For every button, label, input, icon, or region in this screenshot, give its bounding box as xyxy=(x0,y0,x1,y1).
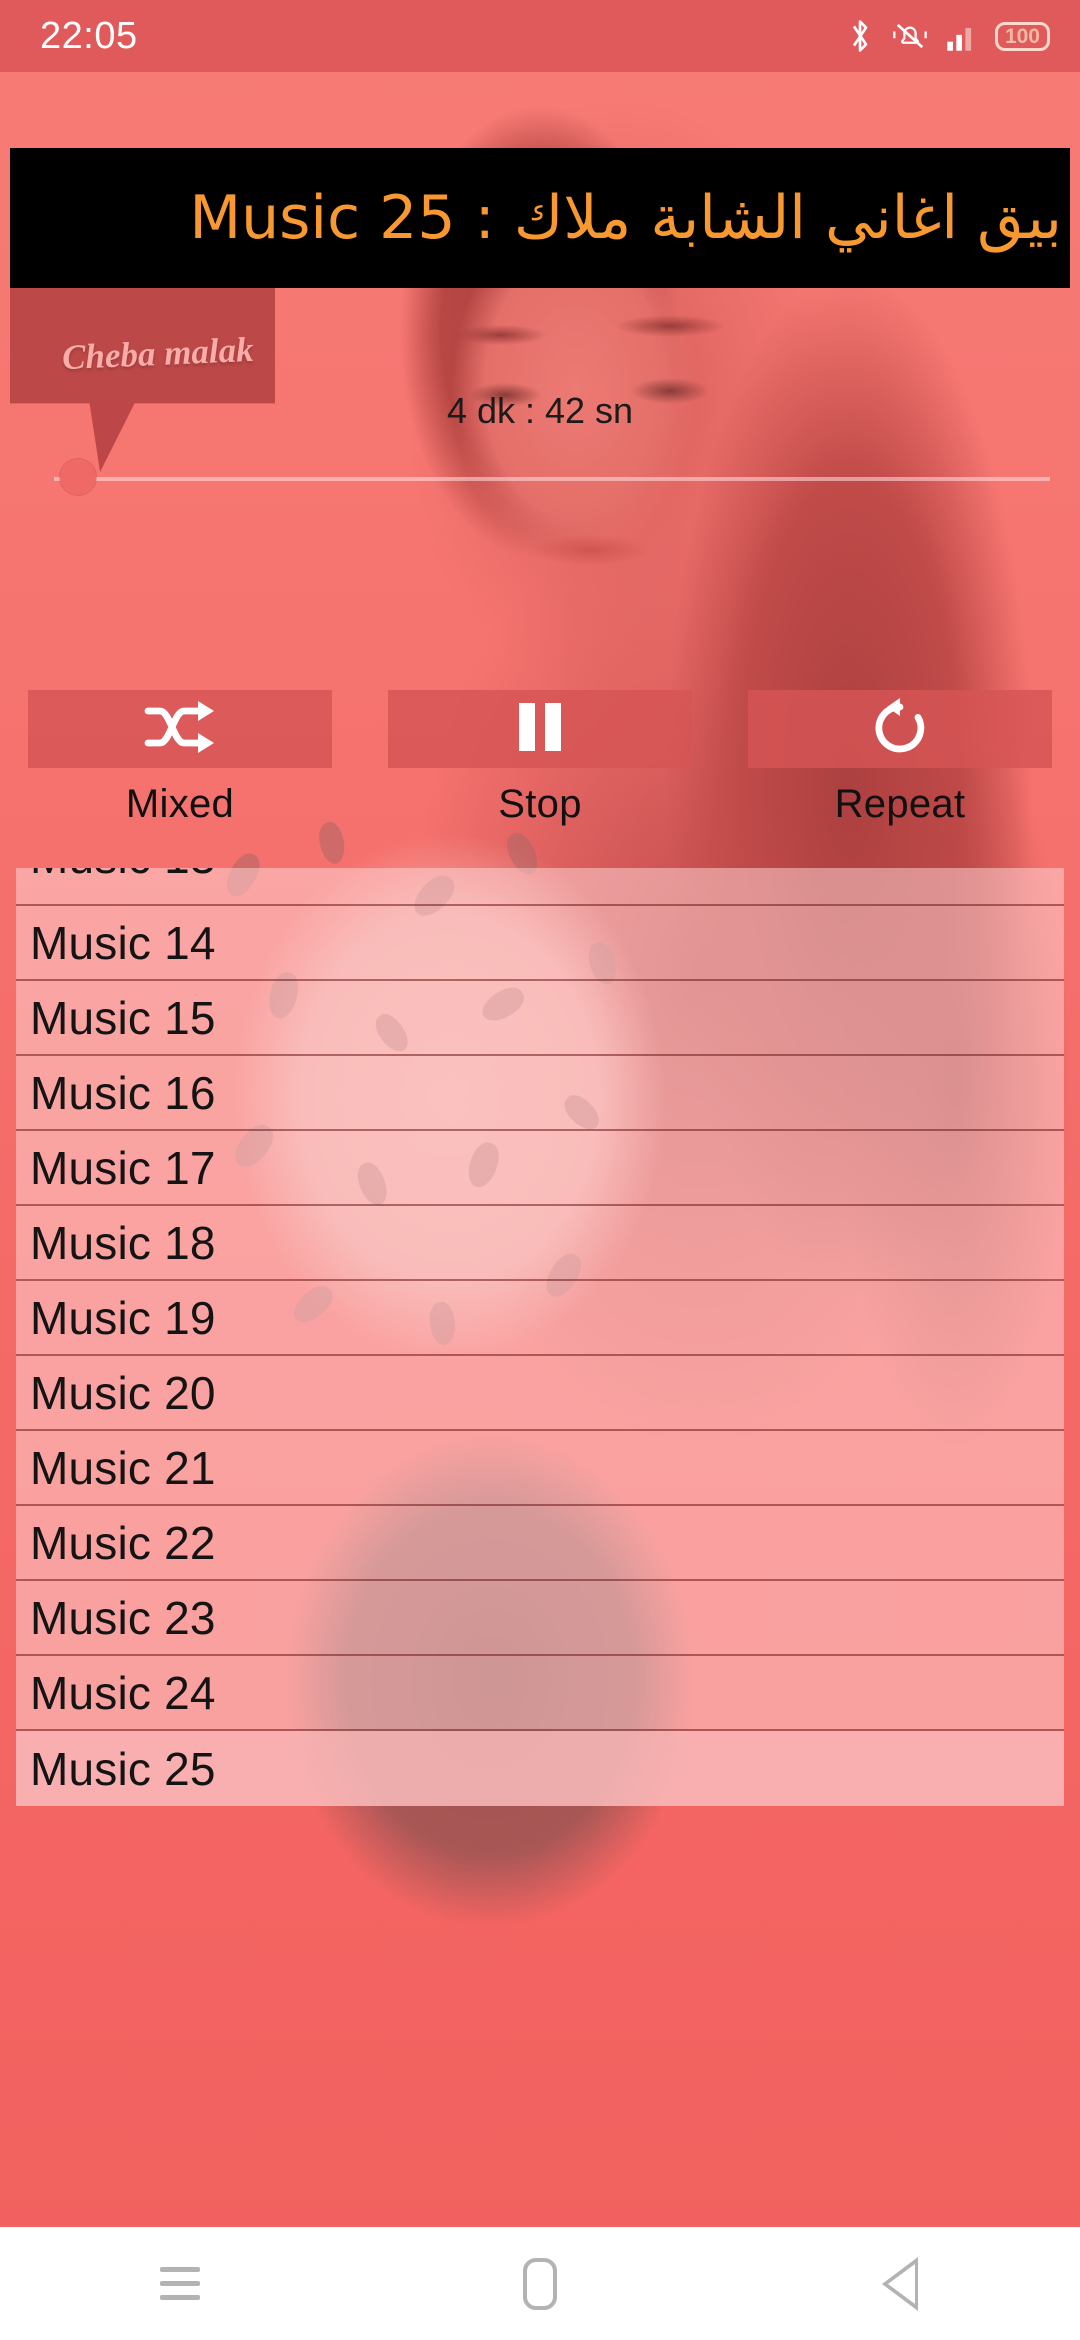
track-list-item[interactable]: Music 20 xyxy=(16,1356,1064,1431)
track-list-item[interactable]: Music 24 xyxy=(16,1656,1064,1731)
track-label: Music 19 xyxy=(30,1291,216,1344)
back-icon xyxy=(882,2256,918,2311)
track-list-item[interactable]: Music 23 xyxy=(16,1581,1064,1656)
battery-icon: 100 xyxy=(994,21,1050,51)
track-list-item[interactable]: Music 13 xyxy=(16,868,1064,906)
back-button[interactable] xyxy=(810,2227,990,2340)
app-body: Cheba malak بيق اغاني الشابة ملاك : Musi… xyxy=(0,72,1080,2227)
repeat-icon xyxy=(869,697,931,762)
repeat-button[interactable] xyxy=(748,690,1052,768)
player-controls: Mixed Stop Repeat xyxy=(0,690,1080,827)
signal-bars-icon xyxy=(945,19,979,53)
android-nav-bar xyxy=(0,2227,1080,2340)
pause-icon xyxy=(513,699,567,760)
status-icons: 100 xyxy=(845,18,1050,54)
track-label: Music 14 xyxy=(30,916,216,969)
track-list-item[interactable]: Music 14 xyxy=(16,906,1064,981)
track-list[interactable]: Music 13 Music 14 Music 15 Music 16 Music 17… xyxy=(16,868,1064,2227)
track-label: Music 15 xyxy=(30,991,216,1044)
status-bar: 22:05 100 xyxy=(0,0,1080,72)
stop-button[interactable] xyxy=(388,690,692,768)
recents-button[interactable] xyxy=(90,2227,270,2340)
track-label: Music 22 xyxy=(30,1516,216,1569)
track-list-item[interactable]: Music 18 xyxy=(16,1206,1064,1281)
control-stop[interactable]: Stop xyxy=(388,690,692,827)
track-label: Music 24 xyxy=(30,1666,216,1719)
control-repeat[interactable]: Repeat xyxy=(748,690,1052,827)
track-label: Music 13 xyxy=(30,868,216,884)
shuffle-icon xyxy=(144,699,216,760)
control-mixed[interactable]: Mixed xyxy=(28,690,332,827)
track-list-item[interactable]: Music 17 xyxy=(16,1131,1064,1206)
home-icon xyxy=(523,2257,557,2310)
mute-bell-icon xyxy=(891,19,929,53)
track-label: Music 18 xyxy=(30,1216,216,1269)
track-label: Music 17 xyxy=(30,1141,216,1194)
track-label: Music 25 xyxy=(30,1742,216,1795)
mixed-label: Mixed xyxy=(125,782,235,826)
repeat-label: Repeat xyxy=(834,782,966,826)
status-clock: 22:05 xyxy=(40,14,138,57)
track-label: Music 20 xyxy=(30,1366,216,1419)
track-label: Music 21 xyxy=(30,1441,216,1494)
home-button[interactable] xyxy=(450,2227,630,2340)
track-list-item[interactable]: Music 25 xyxy=(16,1731,1064,1806)
track-list-item[interactable]: Music 19 xyxy=(16,1281,1064,1356)
seek-track[interactable] xyxy=(54,477,1050,481)
stop-label: Stop xyxy=(498,782,582,826)
mixed-button[interactable] xyxy=(28,690,332,768)
track-list-item[interactable]: Music 21 xyxy=(16,1431,1064,1506)
phone-screen: 22:05 100 Cheba malak بيق اغاني الشابة م… xyxy=(0,0,1080,2340)
track-list-item[interactable]: Music 15 xyxy=(16,981,1064,1056)
now-playing-title: بيق اغاني الشابة ملاك : Music 25 xyxy=(189,183,1062,253)
track-list-item[interactable]: Music 22 xyxy=(16,1506,1064,1581)
recents-icon xyxy=(160,2267,200,2300)
seek-bar[interactable] xyxy=(30,459,1050,495)
track-duration: 4 dk : 42 sn xyxy=(446,390,634,431)
track-label: Music 16 xyxy=(30,1066,216,1119)
track-label: Music 23 xyxy=(30,1591,216,1644)
now-playing-banner: بيق اغاني الشابة ملاك : Music 25 xyxy=(10,148,1070,288)
bluetooth-icon xyxy=(845,18,875,54)
track-list-item[interactable]: Music 16 xyxy=(16,1056,1064,1131)
seek-thumb[interactable] xyxy=(60,459,96,495)
